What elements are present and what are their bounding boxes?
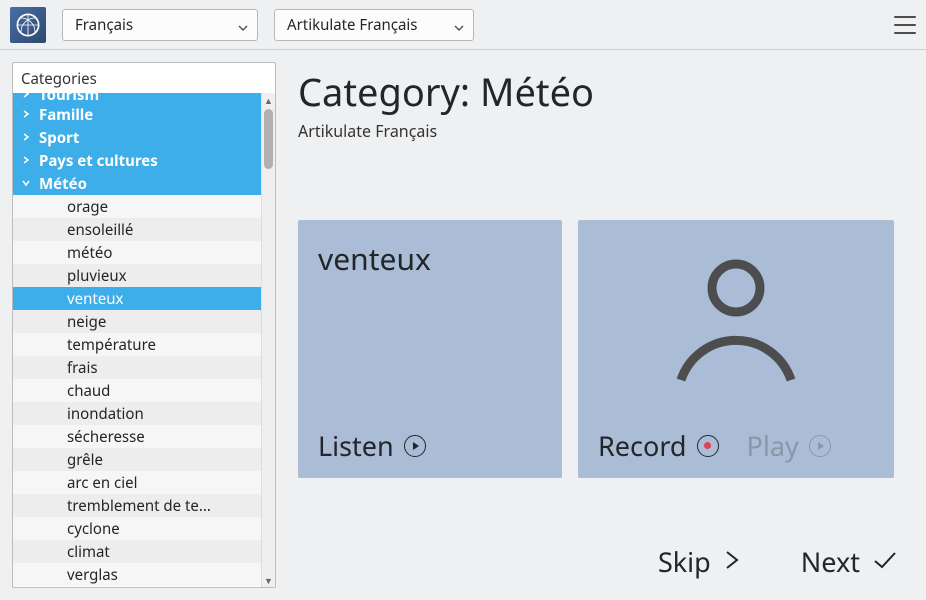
category-label: Famille (33, 105, 93, 125)
scroll-up-icon[interactable]: ▲ (262, 93, 275, 107)
page-subtitle: Artikulate Français (298, 120, 898, 142)
chevron-right-icon (723, 543, 741, 580)
chevron-right-icon (19, 93, 33, 102)
chevron-right-icon (19, 154, 33, 168)
category-tree[interactable]: TourismFamille Sport Pays et cultures Météo… (13, 93, 261, 587)
category-leaf[interactable]: chaud (13, 379, 261, 402)
current-word: venteux (318, 238, 542, 279)
category-leaf[interactable]: frais (13, 356, 261, 379)
skip-button[interactable]: Skip (658, 543, 741, 580)
category-leaf[interactable]: sécheresse (13, 425, 261, 448)
language-dropdown-value: Français (75, 15, 133, 35)
play-icon (404, 435, 426, 457)
scrollbar[interactable]: ▲ ▼ (261, 93, 275, 587)
category-leaf[interactable]: température (13, 333, 261, 356)
menu-button[interactable] (894, 16, 916, 34)
category-leaf[interactable]: ensoleillé (13, 218, 261, 241)
category-parent[interactable]: Météo (13, 172, 261, 195)
page-title: Category: Météo (298, 66, 898, 118)
scroll-down-icon[interactable]: ▼ (262, 573, 275, 587)
category-label: Sport (33, 128, 79, 148)
category-leaf[interactable]: verglas (13, 563, 261, 586)
play-icon (809, 435, 831, 457)
chevron-right-icon (19, 131, 33, 145)
category-leaf[interactable]: grêle (13, 448, 261, 471)
person-icon (671, 252, 801, 387)
chevron-down-icon (19, 177, 33, 191)
category-leaf[interactable]: venteux (13, 287, 261, 310)
category-leaf[interactable]: orage (13, 195, 261, 218)
toolbar: Français Artikulate Français (0, 0, 926, 50)
category-leaf[interactable]: pluvieux (13, 264, 261, 287)
category-leaf[interactable]: météo (13, 241, 261, 264)
chevron-down-icon (453, 19, 465, 31)
language-dropdown[interactable]: Français (62, 9, 258, 41)
category-parent[interactable]: Famille (13, 103, 261, 126)
record-icon (697, 435, 719, 457)
check-icon (872, 543, 898, 580)
main-panel: Category: Météo Artikulate Français vent… (282, 50, 926, 600)
sidebar-title: Categories (13, 63, 275, 93)
listen-card: venteux Listen (298, 220, 562, 478)
category-leaf[interactable]: neige (13, 310, 261, 333)
category-parent[interactable]: Pays et cultures (13, 149, 261, 172)
category-leaf[interactable]: climat (13, 540, 261, 563)
category-label: Météo (33, 174, 87, 194)
category-parent[interactable]: Tourism (13, 93, 261, 103)
category-label: Tourism (33, 93, 99, 105)
course-dropdown-value: Artikulate Français (287, 15, 417, 35)
scroll-thumb[interactable] (264, 109, 273, 169)
listen-button[interactable]: Listen (318, 427, 426, 464)
record-card: Record Play (578, 220, 894, 478)
chevron-down-icon (237, 19, 249, 31)
play-recording-button[interactable]: Play (747, 427, 831, 464)
category-parent[interactable]: Sport (13, 126, 261, 149)
category-leaf[interactable]: cyclone (13, 517, 261, 540)
category-label: Pays et cultures (33, 151, 158, 171)
sidebar: Categories TourismFamille Sport Pays et cu… (0, 50, 282, 600)
category-leaf[interactable]: arc en ciel (13, 471, 261, 494)
app-logo-icon (10, 7, 46, 43)
next-button[interactable]: Next (801, 543, 898, 580)
category-leaf[interactable]: tremblement de te... (13, 494, 261, 517)
chevron-right-icon (19, 108, 33, 122)
record-button[interactable]: Record (598, 427, 719, 464)
course-dropdown[interactable]: Artikulate Français (274, 9, 474, 41)
category-leaf[interactable]: inondation (13, 402, 261, 425)
